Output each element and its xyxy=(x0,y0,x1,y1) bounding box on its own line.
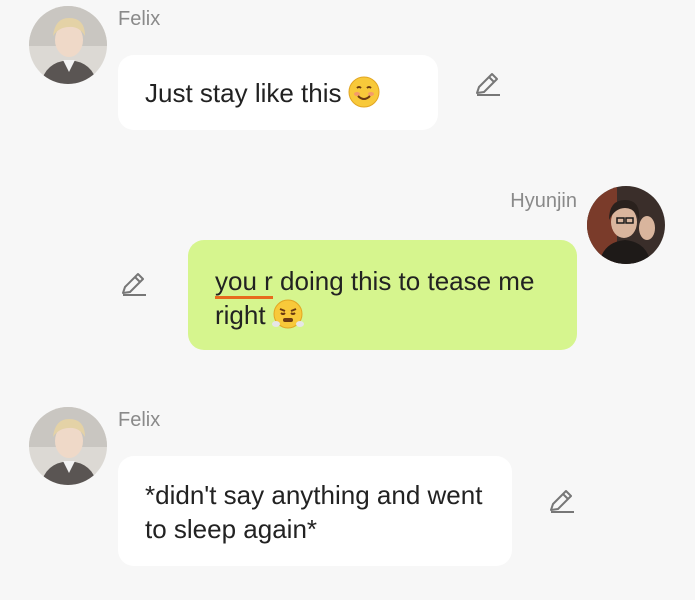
message-bubble[interactable]: Just stay like this xyxy=(118,55,438,130)
message-bubble[interactable]: you r doing this to tease me right xyxy=(188,240,577,350)
message-text: *didn't say anything and went to sleep a… xyxy=(145,480,490,544)
smiling-face-emoji xyxy=(348,76,380,116)
avatar[interactable] xyxy=(587,186,665,264)
sender-name: Felix xyxy=(118,409,161,431)
pencil-icon[interactable] xyxy=(547,486,577,516)
face-with-steam-emoji xyxy=(271,298,304,338)
pencil-icon[interactable] xyxy=(119,269,149,299)
message-bubble[interactable]: *didn't say anything and went to sleep a… xyxy=(118,456,512,566)
pencil-icon[interactable] xyxy=(473,69,503,99)
avatar[interactable] xyxy=(29,407,107,485)
sender-name: Felix xyxy=(118,8,161,30)
spellcheck-underline-text[interactable]: you r xyxy=(215,266,273,296)
message-text: Just stay like this xyxy=(145,78,342,108)
sender-name: Hyunjin xyxy=(510,190,577,212)
avatar[interactable] xyxy=(29,6,107,84)
